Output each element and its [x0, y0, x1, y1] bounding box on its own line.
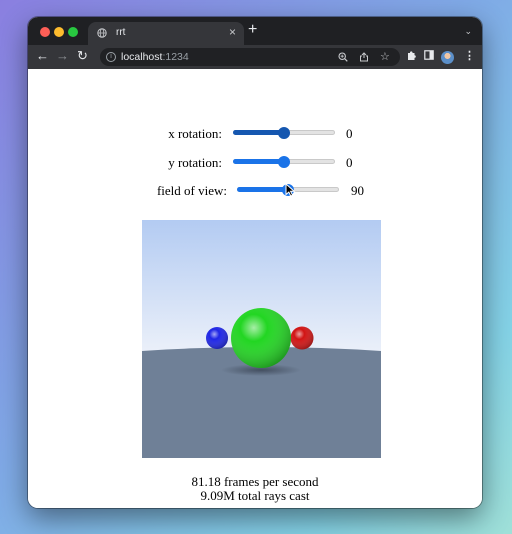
- sidepanel-icon[interactable]: [424, 50, 434, 60]
- avatar[interactable]: [441, 51, 454, 64]
- field-of-view-label: field of view:: [156, 183, 227, 198]
- back-arrow-icon[interactable]: ←: [36, 49, 49, 63]
- new-tab-button[interactable]: +: [248, 22, 257, 38]
- y-rotation-slider[interactable]: [233, 154, 335, 170]
- rays-readout: 9.09M total rays cast: [200, 488, 310, 503]
- minimize-window-button[interactable]: [54, 27, 64, 37]
- puzzle-icon[interactable]: [406, 50, 417, 61]
- maximize-window-button[interactable]: [68, 27, 78, 37]
- render-canvas: [142, 220, 381, 458]
- browser-toolbar: ← → ↻ i localhost:1234 ☆ ⋮: [28, 45, 482, 69]
- slider-fill: [233, 159, 284, 164]
- page-content: x rotation: 0 y rotation: 0 field of vie…: [28, 69, 482, 508]
- close-window-button[interactable]: [40, 27, 50, 37]
- star-icon[interactable]: ☆: [380, 50, 390, 64]
- tab-close-icon[interactable]: ×: [229, 25, 236, 39]
- address-bar[interactable]: i localhost:1234 ☆: [100, 48, 400, 66]
- browser-window: rrt × + ⌄ ← → ↻ i localhost:1234 ☆ ⋮ x r…: [28, 17, 482, 508]
- x-rotation-slider[interactable]: [233, 125, 335, 141]
- x-rotation-label: x rotation:: [168, 126, 222, 141]
- globe-icon: [97, 28, 107, 38]
- fps-readout: 81.18 frames per second: [191, 474, 319, 489]
- mouse-cursor-icon: [285, 183, 296, 197]
- stats-panel: 81.18 frames per second 9.09M total rays…: [28, 475, 482, 503]
- forward-arrow-icon[interactable]: →: [56, 49, 69, 63]
- y-rotation-value: 0: [346, 155, 353, 170]
- share-icon[interactable]: [359, 52, 369, 62]
- slider-fill: [233, 130, 284, 135]
- blue-sphere-shading: [206, 327, 228, 349]
- tab-rrt[interactable]: rrt ×: [88, 22, 244, 45]
- reload-icon[interactable]: ↻: [77, 49, 88, 63]
- slider-thumb[interactable]: [278, 156, 290, 168]
- kebab-menu-icon[interactable]: ⋮: [464, 50, 475, 63]
- info-icon[interactable]: i: [106, 52, 116, 62]
- red-sphere-shading: [290, 326, 314, 350]
- tab-search-icon[interactable]: ⌄: [464, 26, 472, 37]
- slider-fill: [237, 187, 288, 192]
- tab-bar: rrt × + ⌄: [28, 17, 482, 45]
- x-rotation-value: 0: [346, 126, 353, 141]
- green-sphere-shading: [231, 308, 291, 368]
- y-rotation-label: y rotation:: [168, 155, 222, 170]
- tab-title: rrt: [116, 27, 126, 38]
- slider-thumb[interactable]: [278, 127, 290, 139]
- url-text[interactable]: localhost:1234: [121, 51, 189, 63]
- zoom-icon[interactable]: [338, 52, 348, 62]
- field-of-view-value: 90: [351, 183, 364, 198]
